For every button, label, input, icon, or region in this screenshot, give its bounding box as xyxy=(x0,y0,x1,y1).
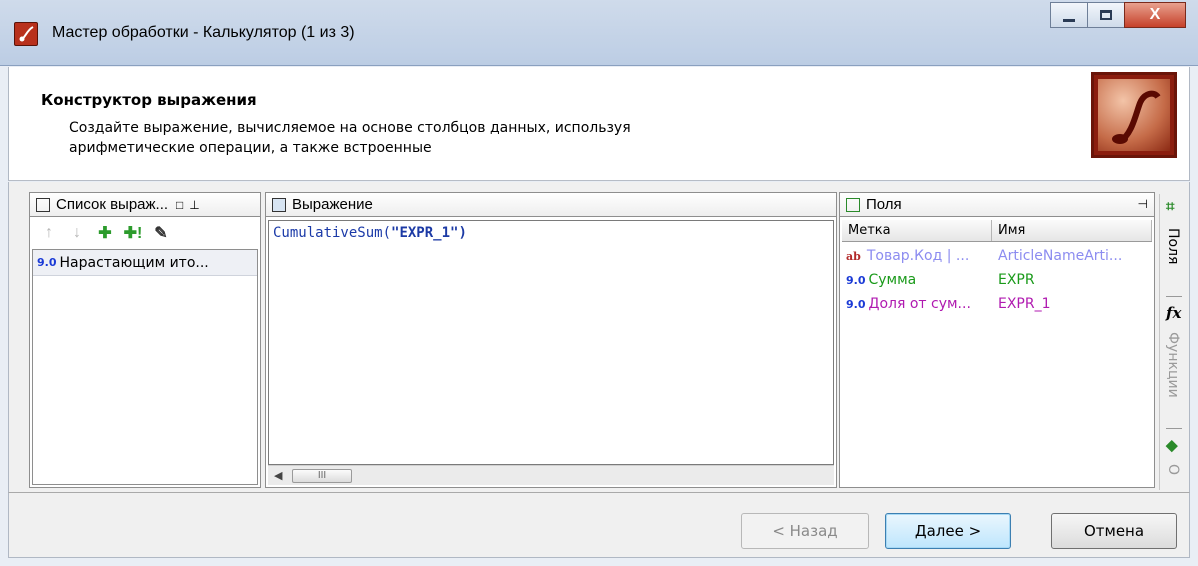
numeric-type-icon: 9.0 xyxy=(846,273,866,287)
tab-divider xyxy=(1166,428,1182,429)
close-button[interactable]: X xyxy=(1124,2,1186,28)
pin-icon[interactable]: ⊥ xyxy=(189,198,199,212)
title-bar: Мастер обработки - Калькулятор (1 из 3) … xyxy=(0,0,1198,66)
minimize-icon xyxy=(1063,18,1075,22)
expression-title: Выражение xyxy=(292,196,373,213)
list-item[interactable]: 9.0 Нарастающим ито... xyxy=(33,250,257,276)
edit-pencil-icon[interactable]: ✎ xyxy=(152,224,170,242)
scroll-thumb[interactable]: III xyxy=(292,469,352,483)
tab-functions[interactable]: Функции xyxy=(1165,332,1181,398)
restore-panel-icon[interactable]: □ xyxy=(176,198,183,212)
column-header-label[interactable]: Метка xyxy=(842,220,992,241)
tab-fields[interactable]: Поля xyxy=(1165,228,1181,264)
move-up-icon[interactable]: ↑ xyxy=(40,224,58,242)
minimize-button[interactable] xyxy=(1050,2,1088,28)
window-title: Мастер обработки - Калькулятор (1 из 3) xyxy=(52,24,355,41)
field-label: Товар.Код | ... xyxy=(866,248,970,264)
wizard-body: Список выраж... □ ⊥ ↑ ↓ ✚ ✚! ✎ 9.0 Нарас… xyxy=(8,182,1190,492)
fields-grid-header: Метка Имя xyxy=(842,220,1152,242)
page-description: Создайте выражение, вычисляемое на основ… xyxy=(69,120,631,156)
field-label: Сумма xyxy=(868,272,917,288)
back-button[interactable]: < Назад xyxy=(741,513,869,549)
numeric-type-icon: 9.0 xyxy=(37,256,57,269)
field-label: Доля от сум... xyxy=(868,296,971,312)
close-icon: X xyxy=(1149,6,1161,23)
table-row[interactable]: ab Товар.Код | ... ArticleNameArti... xyxy=(842,244,1152,268)
expression-code: CumulativeSum("EXPR_1") xyxy=(273,225,467,241)
scroll-left-icon[interactable]: ◀ xyxy=(274,469,282,482)
tab-other[interactable]: О xyxy=(1165,464,1181,475)
pin-icon[interactable]: ⊣ xyxy=(1138,197,1148,211)
horizontal-scrollbar[interactable]: ◀ III xyxy=(268,465,834,485)
list-icon xyxy=(36,197,50,212)
fields-tab-icon[interactable]: ⌗ xyxy=(1166,198,1174,215)
expression-list-header: Список выраж... □ ⊥ xyxy=(30,193,260,217)
calculator-icon xyxy=(272,197,286,212)
other-tab-icon[interactable]: ◆ xyxy=(1166,436,1178,454)
string-type-icon: ab xyxy=(846,249,861,263)
field-name: EXPR xyxy=(998,272,1035,288)
fields-title: Поля xyxy=(866,196,902,213)
expression-editor[interactable]: CumulativeSum("EXPR_1") xyxy=(268,220,834,465)
wizard-footer: < Назад Далее > Отмена xyxy=(8,492,1190,558)
expression-panel: Выражение CumulativeSum("EXPR_1") ◀ III xyxy=(265,192,837,488)
column-header-name[interactable]: Имя xyxy=(992,220,1152,241)
expression-list-panel: Список выраж... □ ⊥ ↑ ↓ ✚ ✚! ✎ 9.0 Нарас… xyxy=(29,192,261,488)
field-name: ArticleNameArti... xyxy=(998,248,1123,264)
next-button[interactable]: Далее > xyxy=(885,513,1011,549)
functions-tab-icon[interactable]: fx xyxy=(1166,304,1181,322)
fields-icon xyxy=(846,197,860,212)
cancel-button[interactable]: Отмена xyxy=(1051,513,1177,549)
side-tabs: ⌗ Поля fx Функции ◆ О xyxy=(1159,194,1187,490)
expression-header: Выражение xyxy=(266,193,836,217)
fields-header: Поля xyxy=(840,193,1154,217)
wizard-logo-icon xyxy=(1091,72,1177,158)
list-item-label: Нарастающим ито... xyxy=(59,254,209,271)
app-icon xyxy=(14,22,38,46)
page-title: Конструктор выражения xyxy=(41,91,257,109)
maximize-icon xyxy=(1100,10,1112,20)
field-name: EXPR_1 xyxy=(998,296,1051,312)
move-down-icon[interactable]: ↓ xyxy=(68,224,86,242)
wizard-header: Конструктор выражения Создайте выражение… xyxy=(8,67,1190,181)
numeric-type-icon: 9.0 xyxy=(846,297,866,311)
add-special-expression-icon[interactable]: ✚! xyxy=(124,224,143,242)
expression-toolbar: ↑ ↓ ✚ ✚! ✎ xyxy=(34,221,170,245)
add-expression-icon[interactable]: ✚ xyxy=(96,224,114,242)
table-row[interactable]: 9.0 Доля от сум... EXPR_1 xyxy=(842,292,1152,316)
expression-list-title: Список выраж... xyxy=(56,196,169,213)
fields-panel: Поля ⊣ Метка Имя ab Товар.Код | ... Artic… xyxy=(839,192,1155,488)
maximize-button[interactable] xyxy=(1087,2,1125,28)
expression-list: 9.0 Нарастающим ито... xyxy=(32,249,258,485)
tab-divider xyxy=(1166,296,1182,297)
table-row[interactable]: 9.0 Сумма EXPR xyxy=(842,268,1152,292)
